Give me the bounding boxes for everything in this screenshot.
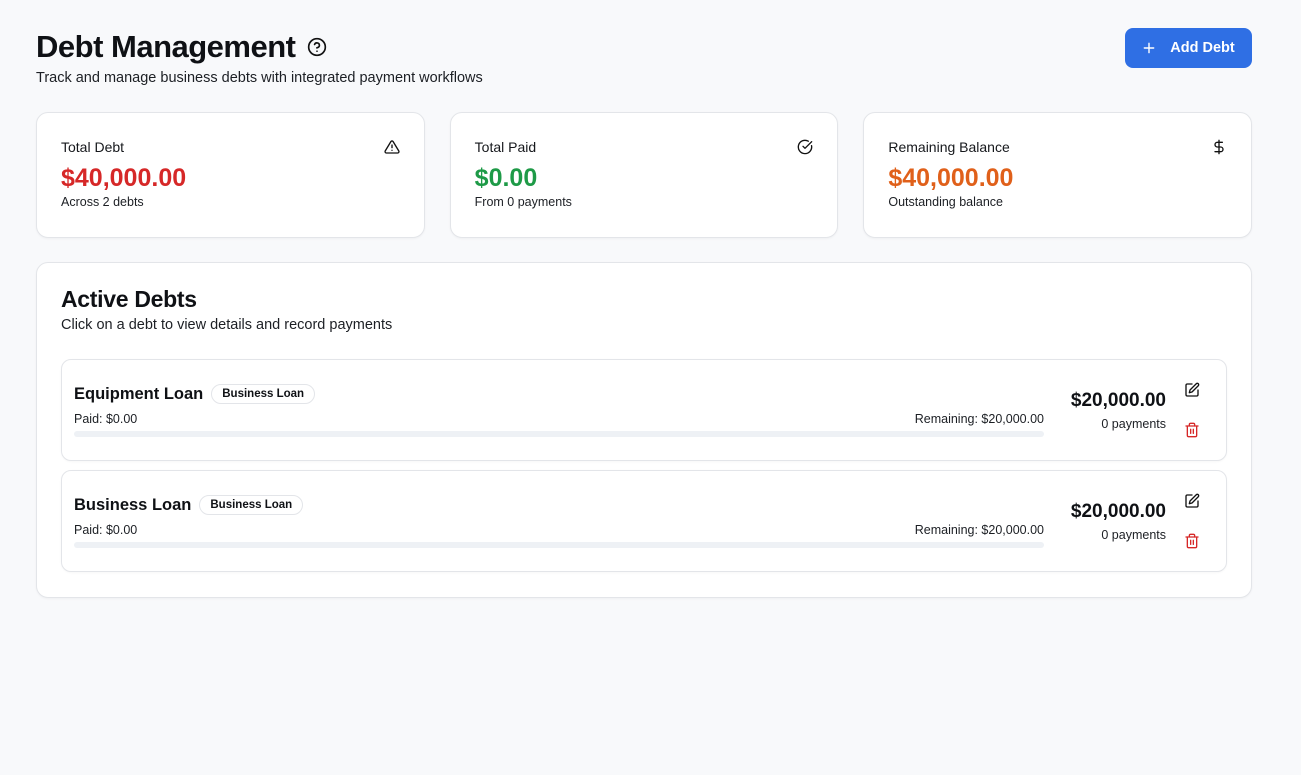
page-subtitle: Track and manage business debts with int… — [36, 70, 483, 86]
stat-card-remaining-balance: Remaining Balance $40,000.00 Outstanding… — [863, 112, 1253, 238]
debt-management-page: Debt Management Track and manage busines… — [0, 0, 1301, 775]
debt-item-equipment-loan[interactable]: Equipment Loan Business Loan Paid: $0.00… — [61, 359, 1227, 461]
debt-name: Business Loan — [74, 495, 192, 514]
panel-subtitle: Click on a debt to view details and reco… — [61, 317, 393, 333]
stat-caption: Outstanding balance — [888, 195, 1004, 209]
stat-value: $0.00 — [474, 164, 538, 192]
debt-type-badge: Business Loan — [211, 384, 316, 404]
active-debts-panel: Active Debts Click on a debt to view det… — [36, 262, 1252, 598]
add-debt-label: Add Debt — [1170, 40, 1235, 56]
paid-label: Paid: $0.00 — [74, 523, 138, 537]
edit-icon[interactable] — [1183, 381, 1201, 399]
title-row: Debt Management — [36, 28, 1252, 66]
debt-item-business-loan[interactable]: Business Loan Business Loan Paid: $0.00 … — [61, 470, 1227, 572]
stat-label: Total Debt — [61, 139, 125, 155]
page-header: Debt Management Track and manage busines… — [36, 28, 1252, 88]
check-circle-icon — [797, 139, 813, 155]
trash-icon[interactable] — [1183, 532, 1201, 550]
debt-list: Equipment Loan Business Loan Paid: $0.00… — [61, 359, 1227, 572]
remaining-label: Remaining: $20,000.00 — [914, 523, 1044, 537]
add-debt-button[interactable]: Add Debt — [1125, 28, 1252, 68]
payments-count: 0 payments — [1101, 528, 1166, 542]
stat-card-total-paid: Total Paid $0.00 From 0 payments — [449, 112, 839, 238]
stat-caption: Across 2 debts — [61, 195, 144, 209]
payment-progress-bar — [74, 542, 1044, 548]
trash-icon[interactable] — [1183, 421, 1201, 439]
alert-triangle-icon — [384, 139, 400, 155]
help-circle-icon[interactable] — [307, 37, 327, 57]
debt-type-badge: Business Loan — [199, 495, 304, 515]
stats-row: Total Debt $40,000.00 Across 2 debts Tot… — [36, 112, 1253, 238]
stat-label: Remaining Balance — [888, 139, 1010, 155]
page-title: Debt Management — [36, 29, 296, 64]
paid-label: Paid: $0.00 — [74, 412, 138, 426]
stat-value: $40,000.00 — [61, 164, 187, 192]
debt-amount: $20,000.00 — [1070, 390, 1166, 411]
debt-name-row: Equipment Loan Business Loan — [74, 384, 316, 404]
debt-name-row: Business Loan Business Loan — [74, 495, 304, 515]
stat-label: Total Paid — [474, 139, 537, 155]
stat-card-total-debt: Total Debt $40,000.00 Across 2 debts — [36, 112, 425, 238]
dollar-icon — [1211, 139, 1227, 155]
stat-caption: From 0 payments — [474, 195, 572, 209]
debt-name: Equipment Loan — [74, 384, 204, 403]
plus-icon — [1142, 41, 1156, 55]
panel-title: Active Debts — [61, 286, 197, 312]
debt-amount: $20,000.00 — [1070, 501, 1166, 522]
payment-progress-bar — [74, 431, 1044, 437]
payments-count: 0 payments — [1101, 417, 1166, 431]
stat-value: $40,000.00 — [888, 164, 1014, 192]
edit-icon[interactable] — [1183, 492, 1201, 510]
remaining-label: Remaining: $20,000.00 — [914, 412, 1044, 426]
